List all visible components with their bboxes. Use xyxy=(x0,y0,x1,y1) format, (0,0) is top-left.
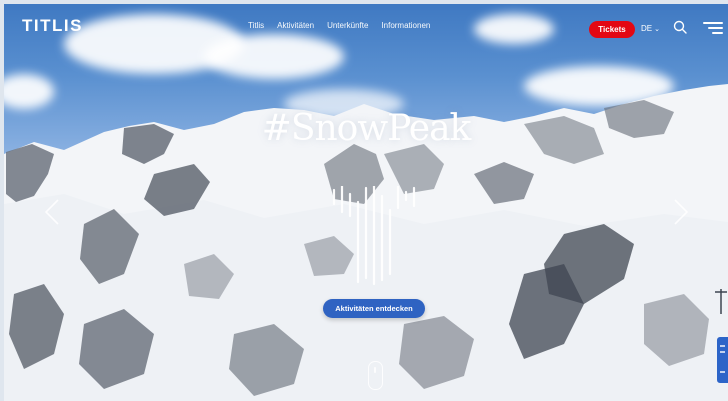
chevron-right-icon[interactable] xyxy=(669,198,693,226)
side-tab-line xyxy=(720,371,725,373)
titlis-homepage: TITLIS Titlis Aktivitäten Unterkünfte In… xyxy=(4,4,728,401)
side-tab-line xyxy=(720,351,725,353)
side-tab-line xyxy=(720,345,725,347)
menu-line xyxy=(712,32,723,34)
language-selector[interactable]: DE ⌄ xyxy=(641,24,660,33)
menu-line xyxy=(703,22,723,24)
titlis-logo[interactable]: TITLIS xyxy=(22,16,83,36)
language-label: DE xyxy=(641,24,653,33)
side-widget-tab[interactable] xyxy=(717,337,728,383)
main-nav: Titlis Aktivitäten Unterkünfte Informati… xyxy=(248,21,430,30)
nav-item-aktivitaeten[interactable]: Aktivitäten xyxy=(277,21,314,30)
chevron-down-icon: ⌄ xyxy=(654,26,660,33)
search-icon[interactable] xyxy=(672,19,688,35)
hamburger-menu-icon[interactable] xyxy=(703,22,723,36)
chevron-left-icon[interactable] xyxy=(40,198,64,226)
scroll-down-indicator[interactable] xyxy=(368,361,383,390)
hero-title: #SnowPeak xyxy=(261,108,472,149)
menu-line xyxy=(708,27,723,29)
nav-item-unterkuenfte[interactable]: Unterkünfte xyxy=(327,21,368,30)
titlis-emblem-icon xyxy=(332,186,416,286)
discover-activities-button[interactable]: Aktivitäten entdecken xyxy=(323,299,425,318)
nav-item-titlis[interactable]: Titlis xyxy=(248,21,264,30)
tickets-button[interactable]: Tickets xyxy=(589,21,635,38)
nav-item-informationen[interactable]: Informationen xyxy=(381,21,430,30)
